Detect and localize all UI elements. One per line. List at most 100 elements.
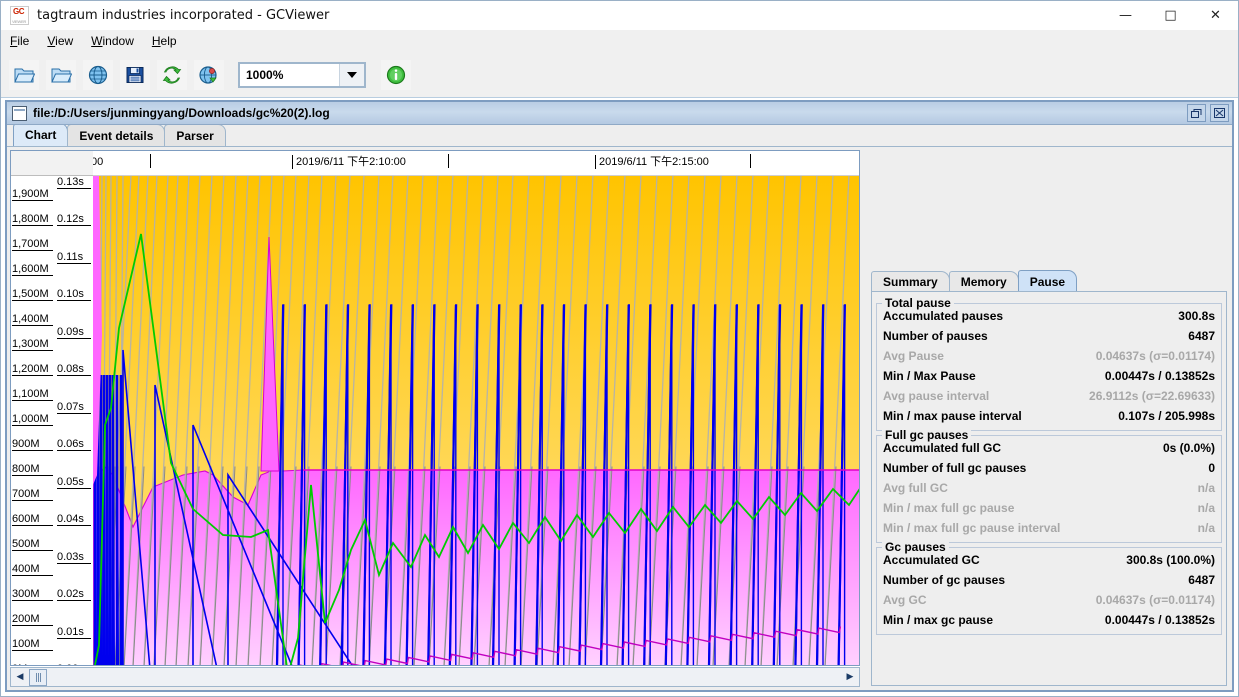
group-full-gc-pauses: Full gc pauses Accumulated full GC 0s (0… [876,428,1222,543]
stat-value: 0s (0.0%) [1162,441,1215,455]
memory-axis-header [11,151,55,176]
stat-label: Number of full gc pauses [883,461,1027,475]
stats-pane: Summary Memory Pause Total pause Accumul… [865,147,1230,688]
restore-window-icon[interactable] [1187,104,1206,122]
watch-button[interactable] [193,58,225,91]
stat-value: 0.04637s (σ=0.01174) [1095,593,1215,607]
open-url-globe-icon [88,65,108,84]
save-button[interactable] [119,58,151,91]
open-file-icon [14,68,35,82]
scroll-left-arrow-icon[interactable]: ◀ [12,669,28,685]
tab-parser[interactable]: Parser [164,124,226,146]
open-file-button[interactable] [8,58,40,91]
group-title: Full gc pauses [882,428,972,442]
pause-tick: 0.04s [57,513,91,526]
group-title: Gc pauses [882,540,949,554]
main-tab-strip: Chart Event details Parser [7,123,1232,148]
scrollbar-thumb[interactable] [29,668,47,686]
toolbar: 1000% [1,52,1238,98]
mem-tick: 200M [12,613,53,626]
group-title: Total pause [882,296,954,310]
pause-tick: 0.06s [57,438,91,451]
stat-value: 0.04637s (σ=0.01174) [1095,349,1215,363]
stat-value: 26.9112s (σ=22.69633) [1089,389,1215,403]
stat-label: Avg full GC [883,481,948,495]
scroll-right-arrow-icon[interactable]: ▶ [842,669,858,685]
pause-tick: 0.01s [57,626,91,639]
stat-row: Min / max pause interval 0.107s / 205.99… [883,406,1215,426]
close-icon[interactable]: ✕ [1193,1,1238,30]
stat-label: Number of pauses [883,329,988,343]
mem-tick: 1,100M [12,388,53,401]
group-gc-pauses: Gc pauses Accumulated GC 300.8s (100.0%)… [876,540,1222,635]
pause-tick: 0.10s [57,288,91,301]
mem-tick: 0M [12,663,53,665]
close-window-icon[interactable] [1210,104,1229,122]
tab-pause[interactable]: Pause [1017,270,1078,292]
watch-globe-icon [199,65,217,84]
mem-tick: 1,700M [12,238,53,251]
refresh-arrows-icon [162,65,182,84]
stat-label: Min / Max Pause [883,369,976,383]
pause-tick: 0.00s [57,663,91,665]
stat-row: Min / Max Pause 0.00447s / 0.13852s [883,366,1215,386]
stat-value: n/a [1197,521,1215,535]
pause-tick: 0.09s [57,326,91,339]
zoom-combobox[interactable]: 1000% [238,61,366,88]
window-controls: — □ ✕ [1103,1,1238,30]
stat-label: Avg pause interval [883,389,990,403]
menu-window[interactable]: Window [82,32,143,50]
menu-help[interactable]: Help [143,32,186,50]
menu-view-rest: iew [55,34,74,48]
pause-axis: 0.13s 0.12s 0.11s 0.10s 0.09s 0.08s 0.07… [55,151,93,665]
application-window: GC VIEWER tagtraum industries incorporate… [0,0,1239,697]
menu-file[interactable]: File [1,32,38,50]
gc-chart[interactable]: 2,000M 1,900M 1,800M 1,700M 1,600M 1,500… [10,150,860,666]
menu-view[interactable]: View [38,32,82,50]
open-url-button[interactable] [82,58,114,91]
mem-tick: 1,200M [12,363,53,376]
mem-tick: 700M [12,488,53,501]
stat-row: Min / max full gc pause n/a [883,498,1215,518]
tab-summary[interactable]: Summary [871,271,950,292]
minimize-icon[interactable]: — [1103,1,1148,30]
pause-tick: 0.08s [57,363,91,376]
stat-value: 300.8s (100.0%) [1126,553,1215,567]
stat-row: Number of full gc pauses 0 [883,458,1215,478]
stat-row: Number of gc pauses 6487 [883,570,1215,590]
pause-stats-body: Total pause Accumulated pauses 300.8s Nu… [871,291,1227,686]
chart-pane: 2,000M 1,900M 1,800M 1,700M 1,600M 1,500… [10,150,860,687]
mem-tick: 1,300M [12,338,53,351]
window-title: tagtraum industries incorporated - GCVie… [37,8,330,23]
maximize-icon[interactable]: □ [1148,1,1193,30]
tab-memory[interactable]: Memory [948,271,1019,292]
tab-chart[interactable]: Chart [13,123,69,146]
stat-row: Avg Pause 0.04637s (σ=0.01174) [883,346,1215,366]
pause-tick: 0.07s [57,401,91,414]
mem-tick: 1,800M [12,213,53,226]
menu-help-rest: elp [160,34,177,48]
stats-tab-strip: Summary Memory Pause [871,270,1230,292]
mem-tick: 400M [12,563,53,576]
tab-event-details[interactable]: Event details [67,124,166,146]
chart-horizontal-scrollbar[interactable]: ◀ ▶ [10,667,860,687]
pause-tick: 0.12s [57,213,91,226]
time-axis-label: 2019/6/11 下午2:10:00 [292,155,406,169]
title-bar: GC VIEWER tagtraum industries incorporate… [1,1,1238,30]
mem-tick: 100M [12,638,53,651]
stat-label: Min / max full gc pause interval [883,521,1061,535]
about-button[interactable] [380,58,412,91]
refresh-button[interactable] [156,58,188,91]
chart-plot-area[interactable]: 00 2019/6/11 下午2:10:00 2019/6/11 下午2:15:… [93,151,859,665]
chevron-down-icon[interactable] [339,63,364,86]
mem-tick: 1,900M [12,188,53,201]
zoom-value: 1000% [246,67,284,82]
pause-tick: 0.05s [57,476,91,489]
open-recent-button[interactable] [45,58,77,91]
stat-value: 6487 [1188,573,1215,587]
mem-tick: 900M [12,438,53,451]
stat-value: 6487 [1188,329,1215,343]
menu-window-rest: indow [102,34,134,48]
time-axis-label: 00 [93,155,103,169]
stat-label: Avg Pause [883,349,944,363]
